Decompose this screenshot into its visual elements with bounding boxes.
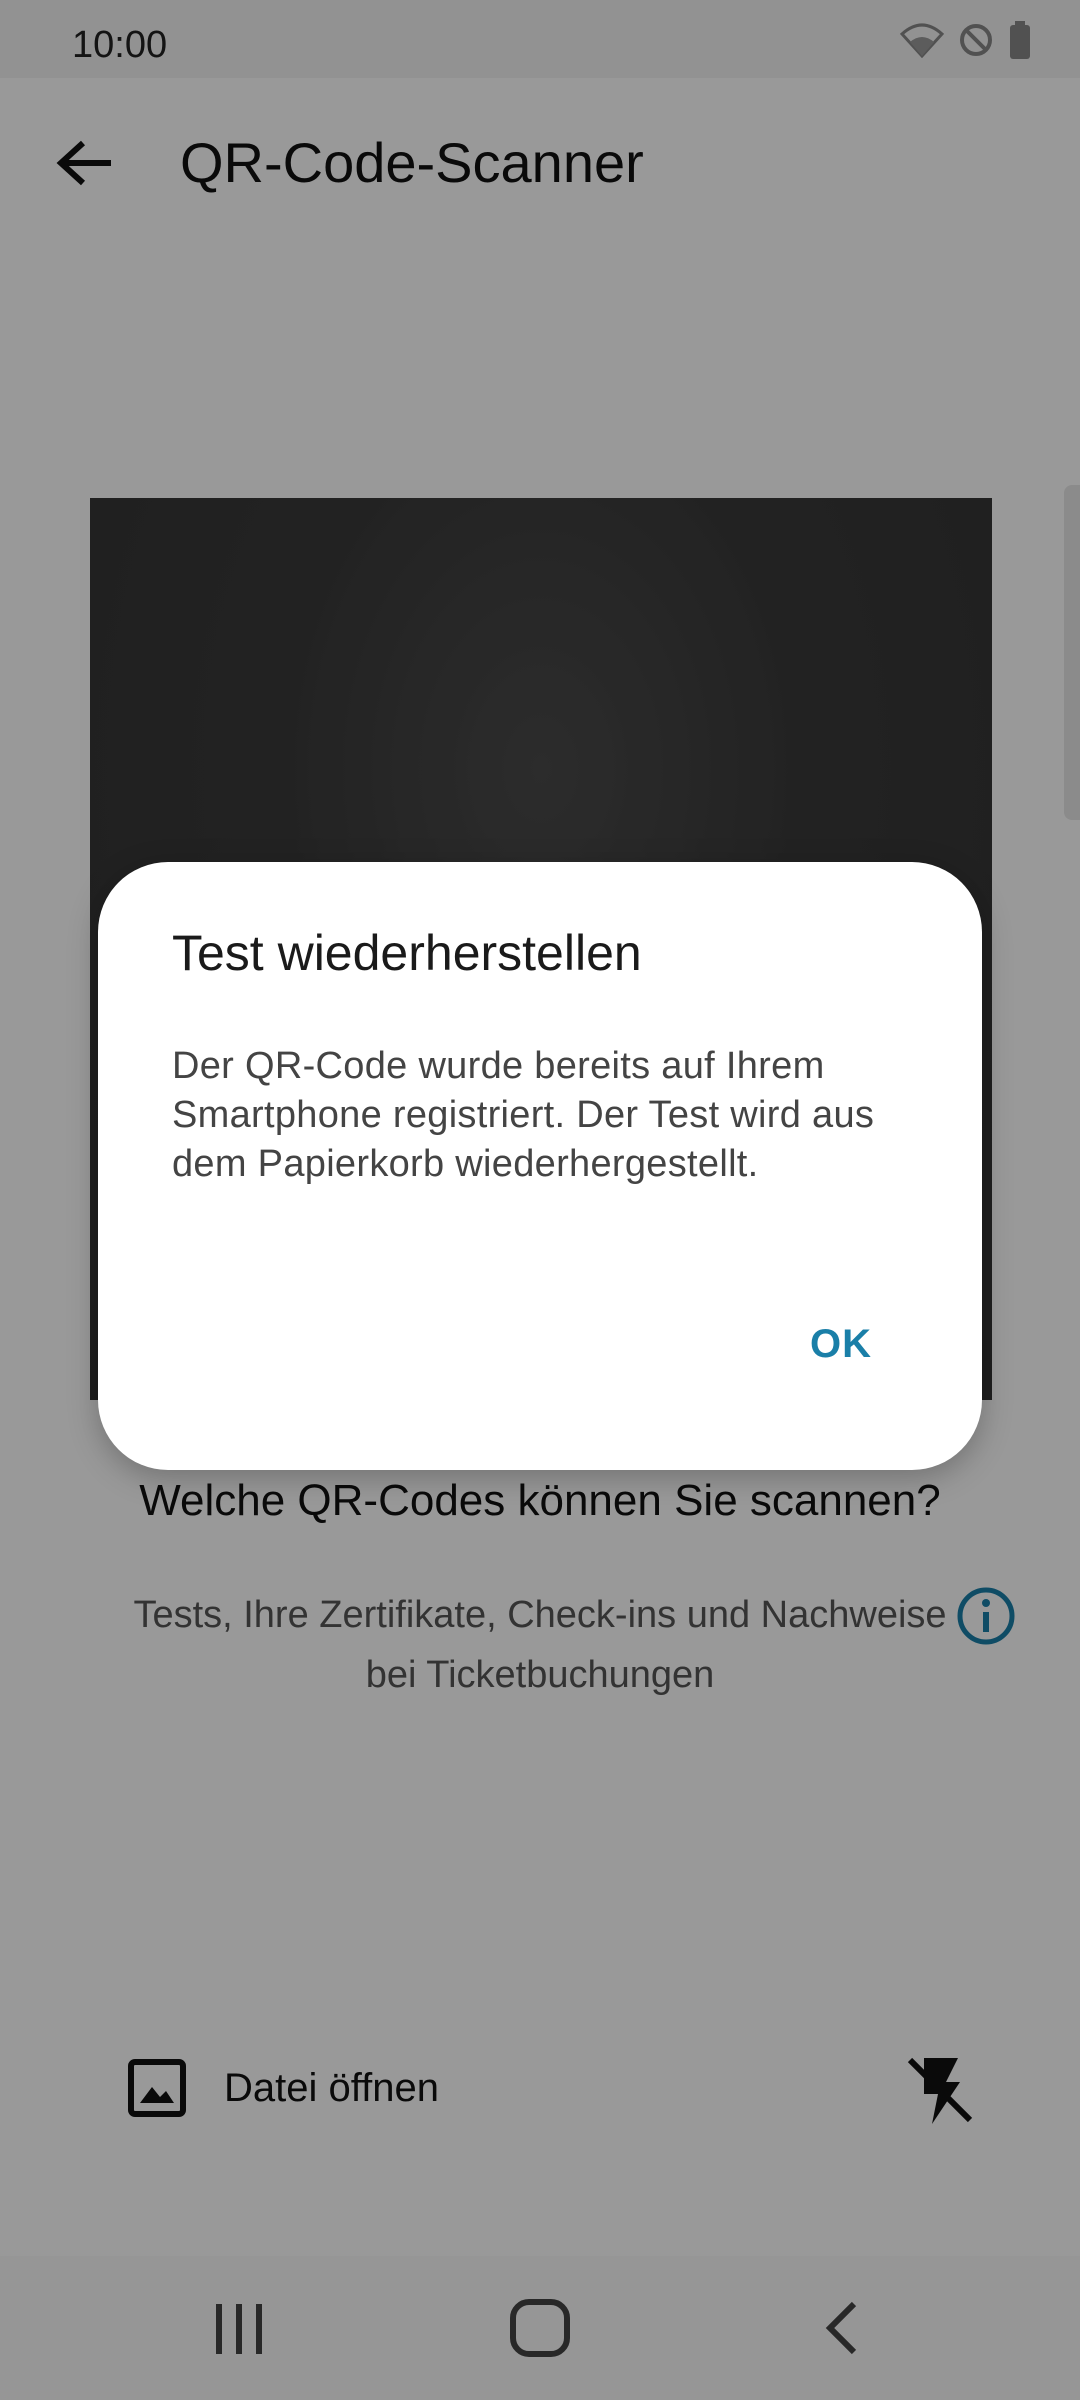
dialog-title: Test wiederherstellen: [172, 925, 642, 981]
screen: 10:00 QR-Code-Scanner Welche QR-Codes kö…: [0, 0, 1080, 2400]
restore-test-dialog: Test wiederherstellen Der QR-Code wurde …: [98, 862, 982, 1470]
dialog-message: Der QR-Code wurde bereits auf Ihrem Smar…: [172, 1045, 875, 1185]
ok-button[interactable]: OK: [810, 1322, 872, 1367]
